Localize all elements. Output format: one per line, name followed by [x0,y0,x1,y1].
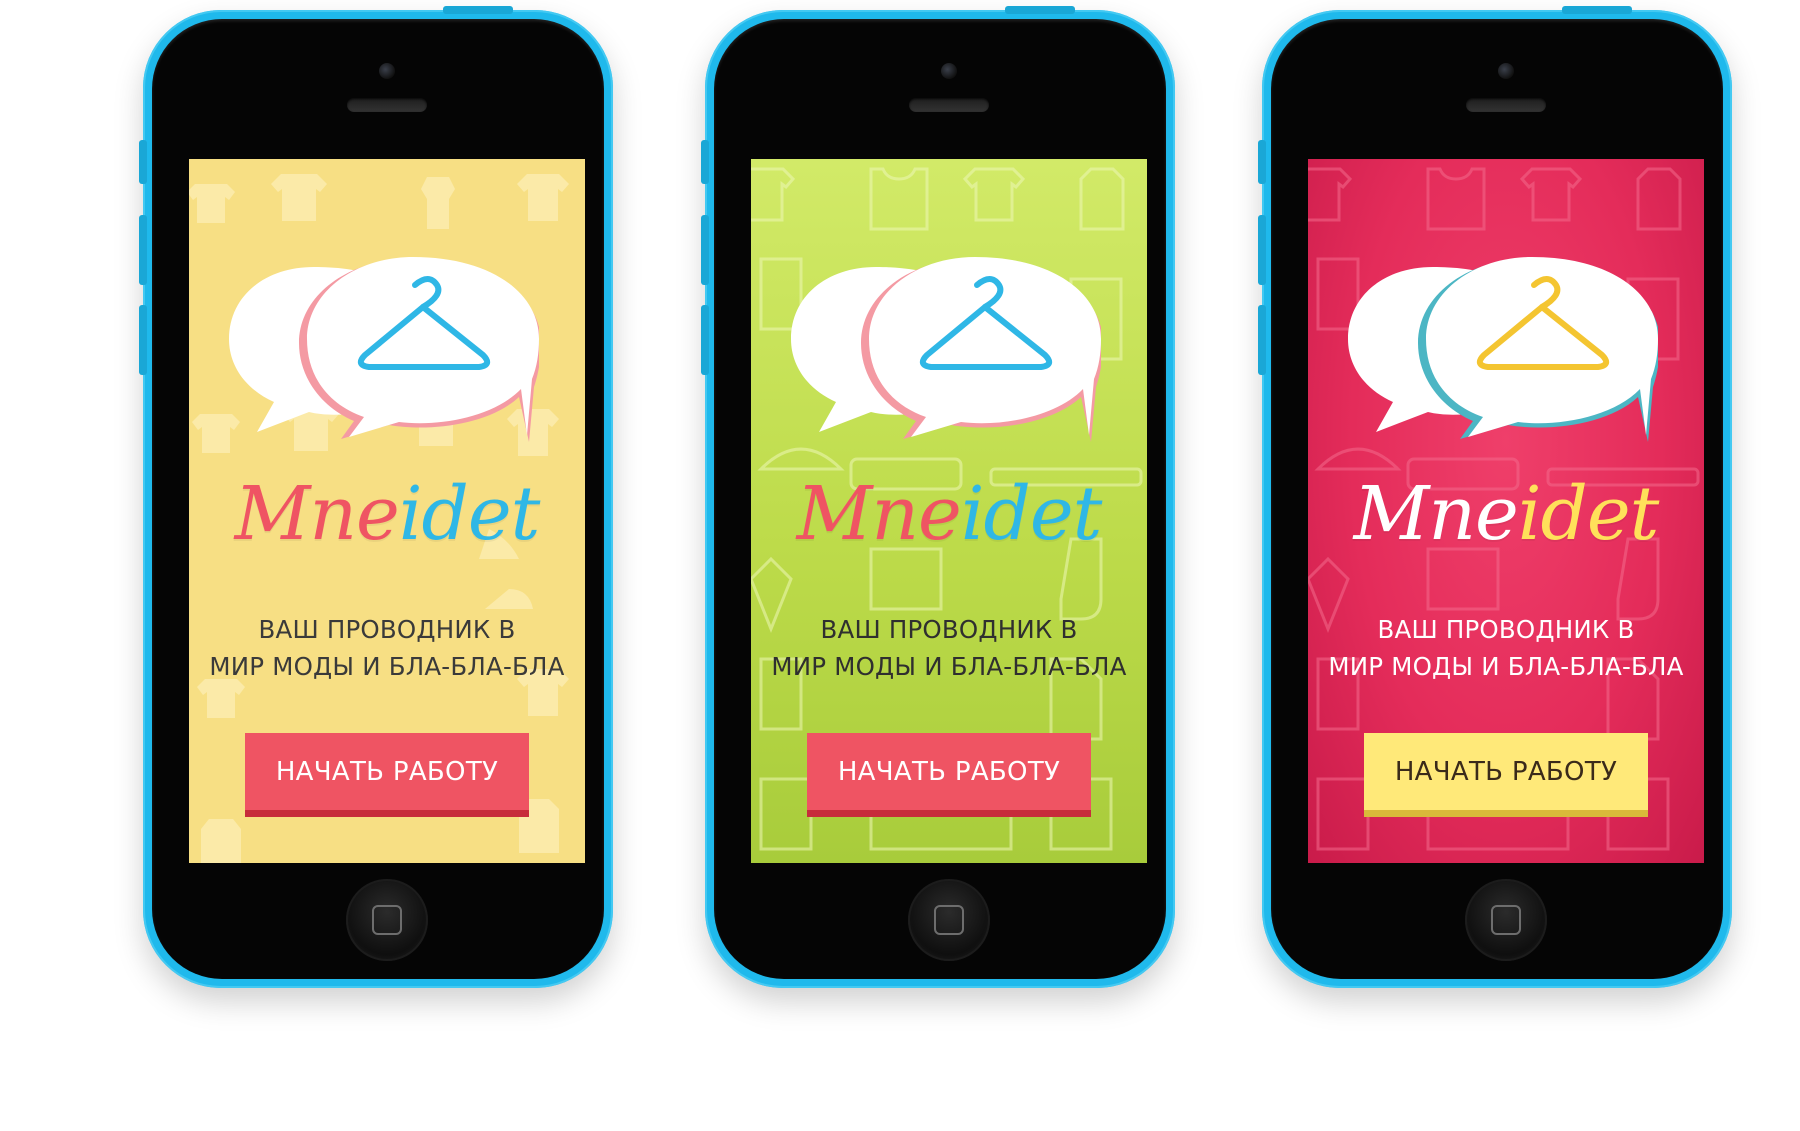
logo-art [229,257,539,442]
start-button-label: НАЧАТЬ РАБОТУ [1364,733,1648,810]
tagline: ВАШ ПРОВОДНИК В МИР МОДЫ И БЛА-БЛА-БЛА [189,611,585,685]
tagline-line1: ВАШ ПРОВОДНИК В [820,615,1078,644]
volume-up-button [139,215,147,285]
start-button[interactable]: НАЧАТЬ РАБОТУ [245,733,529,817]
speaker-icon [347,98,427,112]
volume-down-button [1258,305,1266,375]
power-button [443,6,513,14]
home-square [372,905,402,935]
logo-art [1348,257,1658,442]
logo-part1: Mne [234,471,400,557]
volume-down-button [701,305,709,375]
app-logo-wordmark: Mneidet [189,477,585,551]
start-button-edge [807,809,1091,817]
phone-yellow: Mneidet ВАШ ПРОВОДНИК В МИР МОДЫ И БЛА-Б… [139,6,613,988]
power-button [1562,6,1632,14]
app-logo-wordmark: Mneidet [751,477,1147,551]
start-button-label: НАЧАТЬ РАБОТУ [807,733,1091,810]
phone-front: Mneidet ВАШ ПРОВОДНИК В МИР МОДЫ И БЛА-Б… [714,19,1166,979]
phone-green: Mneidet ВАШ ПРОВОДНИК В МИР МОДЫ И БЛА-Б… [701,6,1175,988]
volume-down-button [139,305,147,375]
tagline-line1: ВАШ ПРОВОДНИК В [1377,615,1635,644]
tagline: ВАШ ПРОВОДНИК В МИР МОДЫ И БЛА-БЛА-БЛА [751,611,1147,685]
speaker-icon [1466,98,1546,112]
mute-switch [701,140,709,184]
home-square [1491,905,1521,935]
mute-switch [139,140,147,184]
start-button-label: НАЧАТЬ РАБОТУ [245,733,529,810]
speech-bubble-icon [229,257,539,442]
app-screen: Mneidet ВАШ ПРОВОДНИК В МИР МОДЫ И БЛА-Б… [751,159,1147,863]
phone-front: Mneidet ВАШ ПРОВОДНИК В МИР МОДЫ И БЛА-Б… [152,19,604,979]
logo-part2: idet [398,471,541,557]
logo-art [791,257,1101,442]
start-button[interactable]: НАЧАТЬ РАБОТУ [1364,733,1648,817]
tagline-line1: ВАШ ПРОВОДНИК В [258,615,516,644]
app-screen: Mneidet ВАШ ПРОВОДНИК В МИР МОДЫ И БЛА-Б… [1308,159,1704,863]
tagline: ВАШ ПРОВОДНИК В МИР МОДЫ И БЛА-БЛА-БЛА [1308,611,1704,685]
camera-icon [941,63,957,79]
camera-icon [1498,63,1514,79]
home-button-icon[interactable] [346,879,428,961]
home-square [934,905,964,935]
tagline-line2: МИР МОДЫ И БЛА-БЛА-БЛА [1328,652,1684,681]
start-button-edge [1364,809,1648,817]
logo-part1: Mne [1353,471,1519,557]
volume-up-button [1258,215,1266,285]
start-button[interactable]: НАЧАТЬ РАБОТУ [807,733,1091,817]
speech-bubble-icon [1348,257,1658,442]
volume-up-button [701,215,709,285]
home-button-icon[interactable] [908,879,990,961]
phone-pink: Mneidet ВАШ ПРОВОДНИК В МИР МОДЫ И БЛА-Б… [1258,6,1732,988]
speaker-icon [909,98,989,112]
start-button-edge [245,809,529,817]
camera-icon [379,63,395,79]
power-button [1005,6,1075,14]
logo-part1: Mne [796,471,962,557]
app-logo-wordmark: Mneidet [1308,477,1704,551]
logo-part2: idet [960,471,1103,557]
tagline-line2: МИР МОДЫ И БЛА-БЛА-БЛА [771,652,1127,681]
logo-part2: idet [1517,471,1660,557]
tagline-line2: МИР МОДЫ И БЛА-БЛА-БЛА [209,652,565,681]
home-button-icon[interactable] [1465,879,1547,961]
speech-bubble-icon [791,257,1101,442]
mute-switch [1258,140,1266,184]
phone-front: Mneidet ВАШ ПРОВОДНИК В МИР МОДЫ И БЛА-Б… [1271,19,1723,979]
app-screen: Mneidet ВАШ ПРОВОДНИК В МИР МОДЫ И БЛА-Б… [189,159,585,863]
